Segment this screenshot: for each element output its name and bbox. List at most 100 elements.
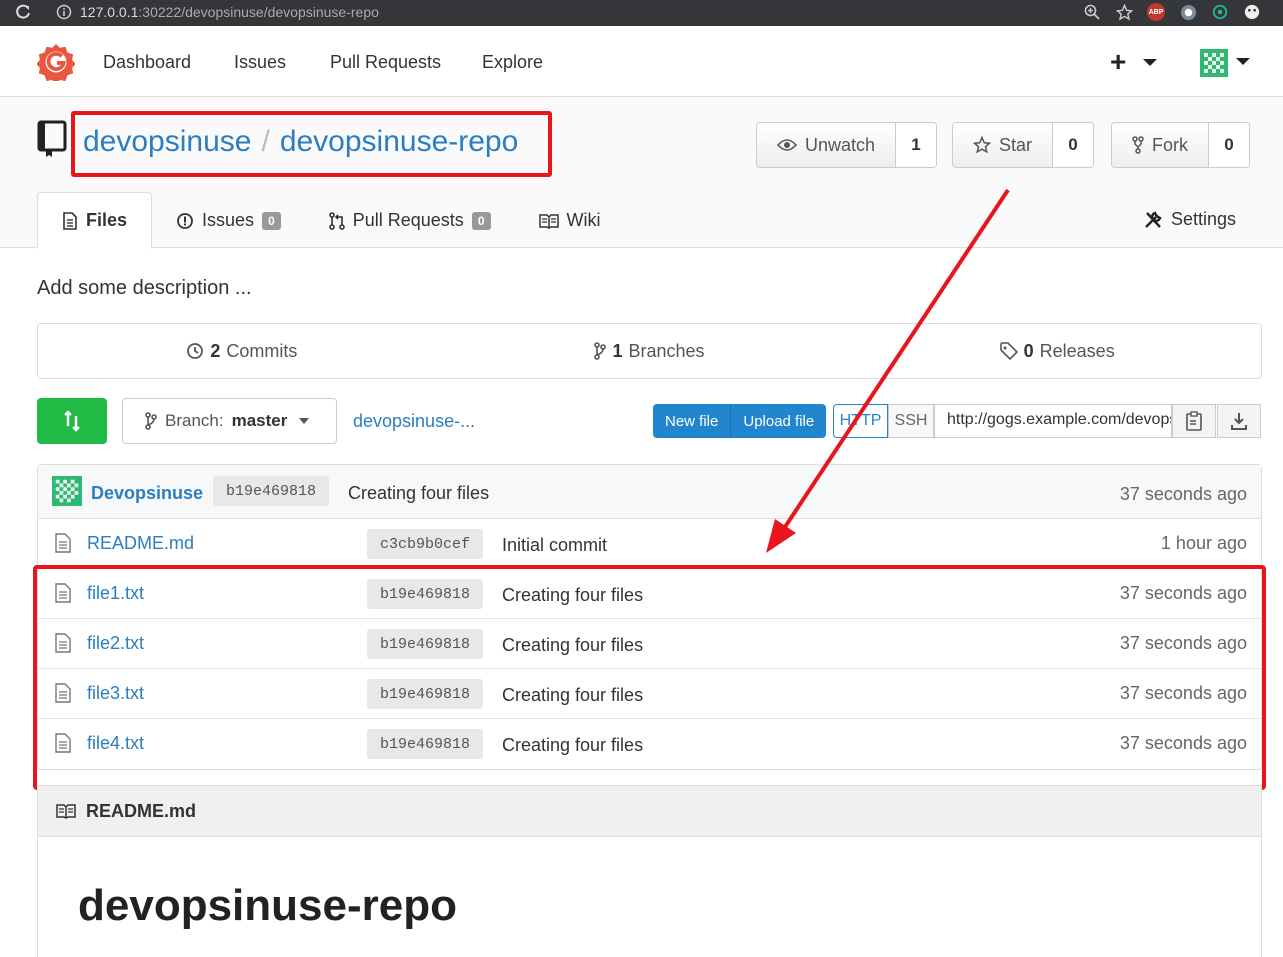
download-button[interactable] [1217,404,1261,438]
path-breadcrumb[interactable]: devopsinuse-... [353,411,475,432]
tab-wiki[interactable]: Wiki [515,192,625,249]
zoom-icon[interactable] [1083,3,1101,21]
commit-message[interactable]: Creating four files [348,483,489,504]
star-button[interactable]: Star [953,123,1054,167]
author-avatar[interactable] [52,476,82,506]
branch-selector[interactable]: Branch: master [122,398,337,444]
chevron-down-icon [299,418,310,424]
tab-issues-label: Issues [202,210,255,230]
file-text-icon [55,683,71,703]
nav-explore[interactable]: Explore [482,52,543,73]
file-commit-message[interactable]: Initial commit [502,535,607,556]
nav-dashboard[interactable]: Dashboard [103,52,191,73]
commit-sha[interactable]: b19e469818 [213,476,330,506]
create-new-button[interactable]: + [1110,46,1126,78]
issues-count-badge: 0 [262,211,281,230]
table-row: README.md c3cb9b0cef Initial commit 1 ho… [38,519,1261,569]
file-commit-sha[interactable]: b19e469818 [367,679,484,709]
issue-opened-icon [177,212,193,229]
tab-wiki-label: Wiki [566,210,601,230]
star-label: Star [999,134,1033,155]
tab-pull-requests[interactable]: Pull Requests 0 [305,192,515,249]
adblock-icon[interactable]: ABP [1147,3,1165,21]
upload-file-button[interactable]: Upload file [731,404,826,438]
commit-author[interactable]: Devopsinuse [91,483,203,504]
extension-icon[interactable] [1179,3,1197,21]
file-commit-sha[interactable]: c3cb9b0cef [367,529,484,559]
browser-toolbar: 127.0.0.1:30222/devopsinuse/devopsinuse-… [0,0,1283,26]
file-commit-message[interactable]: Creating four files [502,585,643,606]
tab-issues[interactable]: Issues 0 [152,192,305,249]
http-clone-button[interactable]: HTTP [833,404,888,438]
file-commit-sha[interactable]: b19e469818 [367,629,484,659]
book-icon [538,213,559,229]
file-text-icon [55,733,71,753]
repo-tabs: Files Issues 0 Pull Requests 0 Wiki [37,192,625,249]
file-commit-message[interactable]: Creating four files [502,635,643,656]
clone-url-input[interactable]: http://gogs.example.com/devopsinuse/devo… [934,404,1172,438]
star-button-group: Star 0 [952,122,1095,168]
clipboard-icon [1186,411,1202,431]
branches-stat[interactable]: 1 Branches [446,324,854,378]
new-file-button[interactable]: New file [653,404,732,438]
file-link[interactable]: file2.txt [87,633,144,654]
table-row: file4.txt b19e469818 Creating four files… [38,719,1261,769]
chevron-down-icon[interactable] [1143,59,1157,66]
ssh-clone-button[interactable]: SSH [888,404,934,438]
unwatch-button[interactable]: Unwatch [757,123,897,167]
fork-count[interactable]: 0 [1209,123,1249,167]
file-commit-message[interactable]: Creating four files [502,685,643,706]
compare-button[interactable] [37,398,107,444]
repo-book-icon [37,120,67,157]
file-link[interactable]: file1.txt [87,583,144,604]
readme-filename: README.md [86,800,197,821]
top-navbar: Dashboard Issues Pull Requests Explore + [0,26,1283,97]
tab-pull-requests-label: Pull Requests [352,210,464,230]
file-commit-sha[interactable]: b19e469818 [367,579,484,609]
readme-body: devopsinuse-repo [37,837,1262,957]
tab-settings-label: Settings [1170,209,1236,229]
nav-issues[interactable]: Issues [234,52,286,73]
reload-icon[interactable] [14,3,32,21]
tag-icon [999,342,1018,360]
fork-button[interactable]: Fork [1112,123,1209,167]
address-bar[interactable]: 127.0.0.1:30222/devopsinuse/devopsinuse-… [80,4,379,20]
book-icon [56,804,76,819]
releases-stat[interactable]: 0 Releases [853,324,1261,378]
file-age: 37 seconds ago [1119,583,1247,603]
repo-stats-bar: 2 Commits 1 Branches 0 Releases [37,323,1262,379]
file-link[interactable]: README.md [87,533,194,554]
extension-icon-2[interactable] [1211,3,1229,21]
table-row: file1.txt b19e469818 Creating four files… [38,569,1261,619]
bookmark-star-icon[interactable] [1115,3,1133,21]
user-avatar[interactable] [1198,47,1230,79]
pulls-count-badge: 0 [471,211,491,230]
info-icon[interactable] [56,4,72,20]
file-link[interactable]: file3.txt [87,683,144,704]
file-commit-sha[interactable]: b19e469818 [367,729,484,759]
tab-files-label: Files [86,210,128,230]
fork-button-group: Fork 0 [1111,122,1250,168]
nav-pull-requests[interactable]: Pull Requests [330,52,441,73]
commits-stat[interactable]: 2 Commits [38,324,446,378]
repo-description: Add some description ... [37,277,252,299]
tab-settings[interactable]: Settings [1143,209,1236,230]
commit-age: 37 seconds ago [1119,484,1247,504]
chevron-down-icon[interactable] [1236,58,1250,65]
copy-url-button[interactable] [1172,404,1216,438]
profile-icon[interactable] [1243,3,1261,21]
file-age: 37 seconds ago [1119,733,1247,753]
repo-header: devopsinuse / devopsinuse-repo Unwatch 1 S… [0,97,1283,249]
download-icon [1231,413,1247,430]
star-count[interactable]: 0 [1053,123,1094,167]
gogs-logo-icon[interactable] [37,43,75,81]
watch-count[interactable]: 1 [896,123,937,167]
file-link[interactable]: file4.txt [87,733,144,754]
file-text-icon [55,583,71,603]
file-age: 37 seconds ago [1119,683,1247,703]
tools-icon [1145,211,1162,228]
tab-files[interactable]: Files [37,192,153,249]
history-icon [187,343,204,359]
file-commit-message[interactable]: Creating four files [502,735,643,756]
file-text-icon [63,211,77,230]
